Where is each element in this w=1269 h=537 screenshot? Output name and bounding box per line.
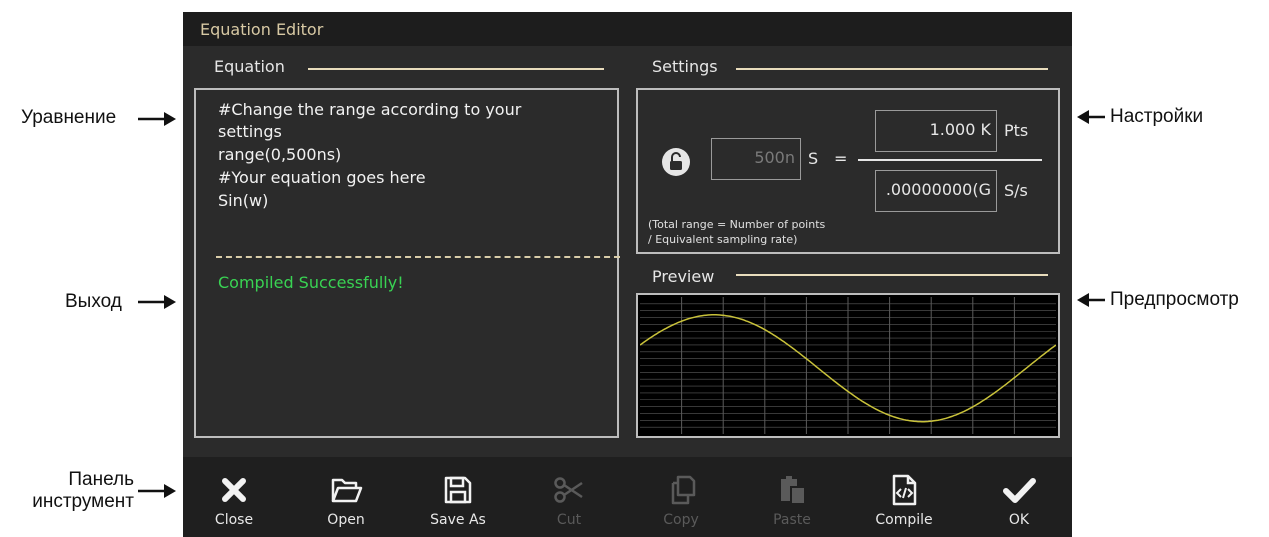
callout-preview: Предпросмотр [1110, 289, 1239, 311]
code-line[interactable]: #Your equation goes here [218, 168, 426, 187]
range-note-line1: (Total range = Number of points [648, 218, 826, 231]
checkmark-icon [1003, 478, 1036, 503]
callout-toolbar: Панель инструмент [8, 469, 134, 513]
code-line[interactable]: #Change the range according to your [218, 100, 521, 119]
settings-box: 500n S = 1.000 K Pts .00000000(G S/s (To… [636, 88, 1060, 254]
callout-settings-label: Настройки [1110, 106, 1204, 127]
paste-label: Paste [773, 512, 811, 528]
settings-section-rule [736, 68, 1048, 70]
time-unit-label: S [808, 149, 819, 168]
code-file-icon [892, 474, 917, 506]
callout-settings: Настройки [1110, 106, 1203, 128]
preview-section-title: Preview [652, 267, 715, 286]
paste-button[interactable]: Paste [747, 457, 837, 537]
output-divider [216, 256, 620, 258]
range-note-line2: / Equivalent sampling rate) [648, 233, 798, 246]
close-icon [222, 478, 246, 502]
compile-label: Compile [875, 512, 933, 528]
save-as-button[interactable]: Save As [413, 457, 503, 537]
close-label: Close [214, 512, 254, 528]
cut-label: Cut [556, 512, 582, 528]
preview-box [636, 293, 1060, 438]
code-line[interactable]: Sin(w) [218, 191, 268, 210]
callout-toolbar-line2: инструмент [32, 491, 134, 512]
output-message: Compiled Successfully! [218, 273, 404, 292]
callout-preview-label: Предпросмотр [1110, 289, 1239, 310]
fraction-line [858, 159, 1042, 161]
open-button[interactable]: Open [301, 457, 391, 537]
title-bar: Equation Editor [183, 12, 1072, 46]
equation-section-rule [308, 68, 604, 70]
equation-editor-dialog: Equation Editor Equation #Change the ran… [183, 12, 1072, 537]
close-button[interactable]: Close [189, 457, 279, 537]
arrow-left-icon [1077, 110, 1105, 124]
code-line[interactable]: range(0,500ns) [218, 145, 341, 164]
save-icon [444, 476, 472, 504]
copy-label: Copy [663, 512, 699, 528]
equals-sign: = [834, 149, 848, 168]
copy-icon [671, 475, 696, 505]
points-unit-label: Pts [1004, 121, 1029, 140]
callout-equation: Уравнение [21, 107, 116, 129]
equation-section-title: Equation [214, 57, 285, 76]
rate-unit-label: S/s [1004, 181, 1028, 200]
code-line[interactable]: settings [218, 122, 282, 141]
copy-button[interactable]: Copy [636, 457, 726, 537]
dialog-title: Equation Editor [200, 20, 324, 39]
arrow-left-icon [1077, 293, 1105, 307]
sampling-rate-field[interactable]: .00000000(G [875, 170, 997, 212]
points-field[interactable]: 1.000 K [875, 110, 997, 152]
unlock-icon[interactable] [661, 147, 691, 177]
total-range-field[interactable]: 500n [711, 138, 801, 180]
open-label: Open [327, 512, 365, 528]
cut-button[interactable]: Cut [524, 457, 614, 537]
equation-editor-box[interactable]: #Change the range according to your sett… [194, 88, 620, 438]
save-as-label: Save As [430, 512, 486, 528]
toolbar: Close Open Save As Cut Copy Paste Compil… [183, 457, 1072, 537]
callout-output-label: Выход [65, 291, 122, 312]
arrow-right-icon [138, 295, 176, 309]
callout-output: Выход [65, 291, 122, 313]
settings-section-title: Settings [652, 57, 718, 76]
folder-open-icon [331, 478, 363, 503]
scissors-icon [554, 477, 583, 503]
ok-label: OK [1008, 512, 1030, 528]
preview-waveform [640, 297, 1056, 434]
callout-toolbar-line1: Панель [68, 469, 134, 490]
arrow-right-icon [138, 112, 176, 126]
paste-icon [781, 476, 806, 505]
compile-button[interactable]: Compile [859, 457, 949, 537]
ok-button[interactable]: OK [974, 457, 1064, 537]
preview-section-rule [736, 274, 1048, 276]
arrow-right-icon [138, 484, 176, 498]
callout-equation-label: Уравнение [21, 107, 117, 128]
